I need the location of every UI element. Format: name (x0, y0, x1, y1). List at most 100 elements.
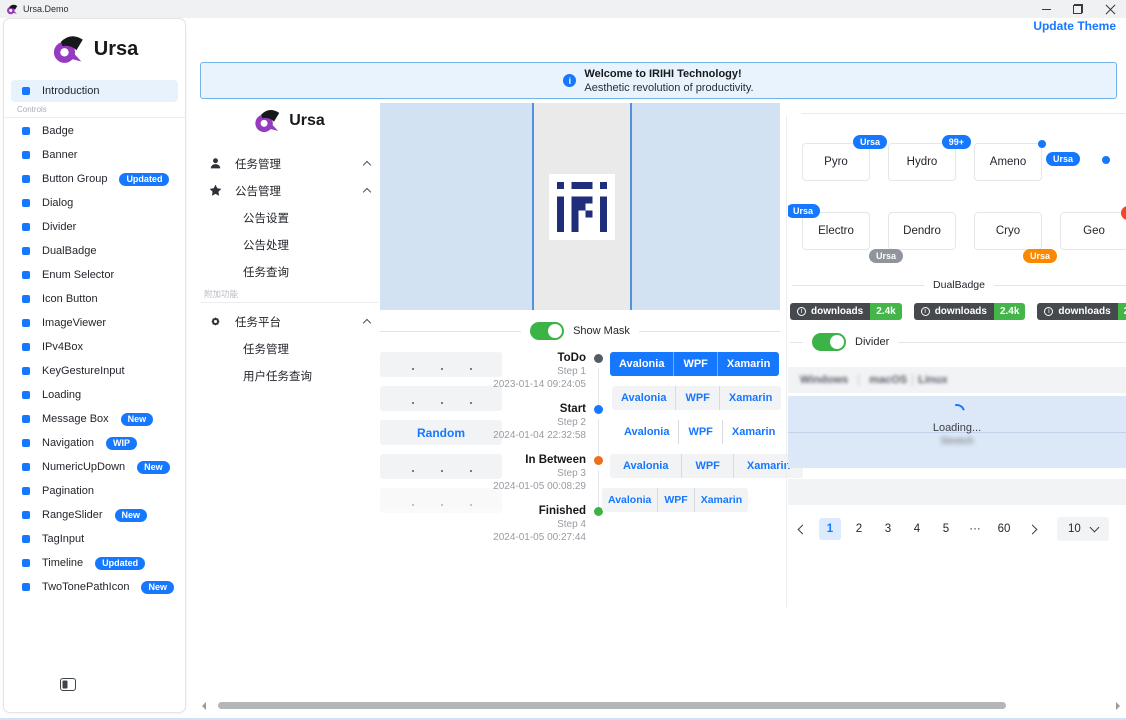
sidebar-item-introduction[interactable]: Introduction (11, 80, 178, 102)
sidebar-item-keygestureinput[interactable]: KeyGestureInput (11, 360, 178, 382)
sidebar-item-navigation[interactable]: Navigation WIP (11, 432, 178, 454)
page-size-select[interactable]: 10 (1057, 517, 1109, 541)
scrollbar-thumb[interactable] (218, 702, 1006, 709)
divider-toggle[interactable] (812, 333, 846, 351)
sidebar: Ursa Introduction Controls Badge Banner … (3, 18, 186, 713)
irihi-image (549, 174, 615, 240)
pagination-page-2[interactable]: 2 (848, 518, 870, 540)
scroll-left-arrow[interactable] (202, 702, 206, 710)
sidebar-item-rangeslider[interactable]: RangeSliderNew (11, 504, 178, 526)
badge-demo-panel: Pyro Ursa Hydro 99+ Ameno Ursa Electro U… (788, 103, 1126, 673)
group-button-xamarin[interactable]: Xamarin (722, 420, 784, 444)
sidebar-item-badge: WIP (106, 437, 137, 450)
divider-toggle-label: Divider (855, 336, 889, 348)
nav-group-task-platform[interactable]: 任务平台 (200, 308, 378, 335)
sidebar-item-icon-button[interactable]: Icon Button (11, 288, 178, 310)
sidebar-item-label: Navigation (42, 437, 94, 449)
sidebar-item-timeline[interactable]: TimelineUpdated (11, 552, 178, 574)
group-button-wpf[interactable]: WPF (675, 386, 718, 410)
loading-spinner-icon (946, 401, 968, 423)
nav-item-task-management[interactable]: 任务管理 (200, 335, 378, 362)
group-button-wpf[interactable]: WPF (678, 420, 721, 444)
group-button-wpf[interactable]: WPF (657, 488, 693, 512)
image-viewer[interactable] (380, 103, 780, 310)
sidebar-item-pagination[interactable]: Pagination (11, 480, 178, 502)
loading-label: Loading... (788, 422, 1126, 434)
sidebar-item-label: Icon Button (42, 293, 98, 305)
bullet-icon (22, 271, 30, 279)
empty-bar (788, 479, 1126, 505)
maximize-button[interactable] (1062, 0, 1094, 18)
sidebar-item-enum-selector[interactable]: Enum Selector (11, 264, 178, 286)
nav-group-task-management[interactable]: 任务管理 (200, 150, 378, 177)
sidebar-collapse-button[interactable] (60, 678, 76, 696)
sidebar-item-divider[interactable]: Divider (11, 216, 178, 238)
sidebar-item-loading[interactable]: Loading (11, 384, 178, 406)
group-button-wpf[interactable]: WPF (681, 454, 732, 478)
sidebar-item-taginput[interactable]: TagInput (11, 528, 178, 550)
pagination-page-4[interactable]: 4 (906, 518, 928, 540)
group-button-avalonia[interactable]: Avalonia (602, 488, 657, 512)
bullet-icon (22, 391, 30, 399)
nav-item-user-task-query[interactable]: 用户任务查询 (200, 362, 378, 389)
sidebar-item-ipv4box[interactable]: IPv4Box (11, 336, 178, 358)
nav-group-announcement[interactable]: 公告管理 (200, 177, 378, 204)
group-button-wpf[interactable]: WPF (673, 352, 716, 376)
group-button-avalonia[interactable]: Avalonia (612, 386, 675, 410)
sidebar-item-message-box[interactable]: Message BoxNew (11, 408, 178, 430)
sidebar-item-button-group[interactable]: Button GroupUpdated (11, 168, 178, 190)
dualbadge-label: downloads (1058, 306, 1110, 317)
group-button-avalonia[interactable]: Avalonia (610, 352, 673, 376)
sidebar-item-imageviewer[interactable]: ImageViewer (11, 312, 178, 334)
sidebar-item-dialog[interactable]: Dialog (11, 192, 178, 214)
sidebar-logo: Ursa (4, 19, 185, 78)
app-window: Ursa.Demo Ursa Introduction Controls Bad… (0, 0, 1126, 720)
pagination-page-1[interactable]: 1 (819, 518, 841, 540)
pagination-page-60[interactable]: 60 (993, 518, 1015, 540)
pagination-ellipsis[interactable]: ··· (964, 518, 986, 540)
os-label-macos: macOS (869, 374, 907, 386)
sidebar-item-badge-page[interactable]: Badge (11, 120, 178, 142)
update-theme-button[interactable]: Update Theme (1033, 19, 1116, 33)
group-button-avalonia[interactable]: Avalonia (615, 420, 678, 444)
pagination-next-button[interactable] (1022, 518, 1044, 540)
pagination-page-3[interactable]: 3 (877, 518, 899, 540)
user-icon (208, 157, 222, 171)
sidebar-item-label: Loading (42, 389, 81, 401)
chevron-up-icon (363, 161, 371, 169)
close-button[interactable] (1094, 0, 1126, 18)
group-button-xamarin[interactable]: Xamarin (694, 488, 748, 512)
nav-item-announcement-processing[interactable]: 公告处理 (200, 231, 378, 258)
nav-item-announcement-settings[interactable]: 公告设置 (200, 204, 378, 231)
minimize-button[interactable] (1030, 0, 1062, 18)
sidebar-item-dualbadge[interactable]: DualBadge (11, 240, 178, 262)
bullet-icon (22, 463, 30, 471)
welcome-banner: i Welcome to IRIHI Technology! Aesthetic… (200, 62, 1117, 99)
pagination-page-5[interactable]: 5 (935, 518, 957, 540)
chevron-down-icon (1089, 523, 1099, 533)
nav-item-task-query[interactable]: 任务查询 (200, 258, 378, 285)
badge-card-cryo: Cryo Ursa (974, 212, 1042, 250)
sidebar-item-twotonepathicon[interactable]: TwoTonePathIconNew (11, 576, 178, 598)
timeline-time: 2024-01-05 00:27:44 (468, 532, 586, 543)
group-button-xamarin[interactable]: Xamarin (717, 352, 779, 376)
bullet-icon (22, 247, 30, 255)
group-button-xamarin[interactable]: Xamarin (719, 386, 781, 410)
badge-standalone-ursa: Ursa (1046, 152, 1080, 166)
dual-badge: idownloads2.4k (1037, 303, 1126, 320)
badge-ursa: Ursa (788, 204, 820, 218)
show-mask-toggle[interactable] (530, 322, 564, 340)
sidebar-item-label: KeyGestureInput (42, 365, 125, 377)
pagination-prev-button[interactable] (790, 518, 812, 540)
nav-item-label: 用户任务查询 (243, 368, 312, 384)
group-button-avalonia[interactable]: Avalonia (610, 454, 681, 478)
vertical-divider (912, 374, 913, 386)
dualbadge-value: 2.4k (870, 303, 901, 320)
image-mask-right (632, 103, 780, 310)
scroll-right-arrow[interactable] (1116, 702, 1120, 710)
bullet-icon (22, 87, 30, 95)
sidebar-item-banner[interactable]: Banner (11, 144, 178, 166)
sidebar-item-numericupdown[interactable]: NumericUpDownNew (11, 456, 178, 478)
nav-item-label: 任务查询 (243, 264, 289, 280)
restore-icon (1073, 4, 1083, 14)
